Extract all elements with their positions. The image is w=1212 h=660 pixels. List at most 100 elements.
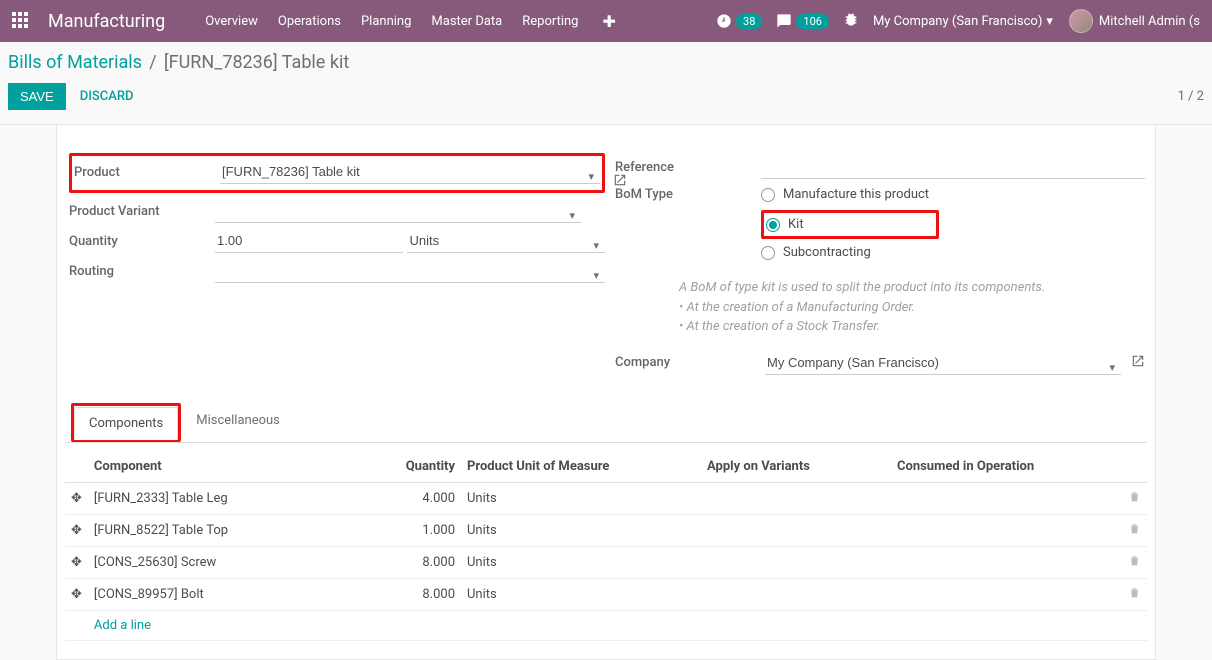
label-quantity: Quantity [69,234,215,249]
messages-count: 106 [796,14,829,29]
nav-planning[interactable]: Planning [361,14,411,29]
col-component: Component [88,451,371,483]
add-line-button[interactable]: Add a line [94,618,151,633]
nav-overview[interactable]: Overview [205,14,258,29]
radio-icon [761,246,775,260]
components-table: Component Quantity Product Unit of Measu… [65,451,1147,641]
nav-operations[interactable]: Operations [278,14,341,29]
label-bom-type: BoM Type [615,187,761,202]
company-input[interactable] [765,351,1103,375]
radio-icon [761,188,775,202]
messages-button[interactable]: 106 [776,13,829,29]
nav-add-icon[interactable]: ✚ [602,12,615,31]
product-input[interactable] [220,160,582,184]
cell-uom[interactable]: Units [461,546,701,578]
form-sheet: Product ▾ Product Variant ▾ Quantity [56,125,1156,660]
apps-icon[interactable] [12,12,30,30]
external-link-icon[interactable] [613,173,627,191]
label-reference: Reference [615,160,761,175]
cell-consumed[interactable] [891,578,1121,610]
save-button[interactable]: SAVE [8,83,66,110]
delete-row-icon[interactable] [1121,546,1147,578]
cell-apply[interactable] [701,482,891,514]
cell-component[interactable]: [FURN_8522] Table Top [88,514,371,546]
chevron-down-icon[interactable]: ▾ [587,269,605,283]
action-bar: SAVE DISCARD 1 / 2 [0,77,1212,125]
tab-miscellaneous[interactable]: Miscellaneous [181,404,295,443]
radio-subcontracting[interactable]: Subcontracting [761,245,1145,260]
tab-components[interactable]: Components [74,407,178,440]
drag-handle-icon[interactable]: ✥ [65,482,88,514]
highlight-product: Product ▾ [69,153,605,193]
cell-quantity[interactable]: 1.000 [371,514,461,546]
user-avatar[interactable] [1069,9,1093,33]
table-row[interactable]: ✥[FURN_2333] Table Leg4.000Units [65,482,1147,514]
col-quantity: Quantity [371,451,461,483]
cell-component[interactable]: [CONS_89957] Bolt [88,578,371,610]
app-title: Manufacturing [48,11,165,32]
cell-consumed[interactable] [891,546,1121,578]
highlight-kit: Kit [761,210,939,239]
routing-input[interactable] [215,259,587,283]
cell-component[interactable]: [FURN_2333] Table Leg [88,482,371,514]
cell-uom[interactable]: Units [461,514,701,546]
external-link-icon[interactable] [1131,354,1145,372]
radio-kit[interactable]: Kit [764,217,932,232]
cell-consumed[interactable] [891,514,1121,546]
chevron-down-icon[interactable]: ▾ [582,170,600,184]
drag-handle-icon[interactable]: ✥ [65,514,88,546]
activities-button[interactable]: 38 [716,13,762,29]
variant-input[interactable] [215,199,563,223]
quantity-input[interactable] [215,229,403,253]
discard-button[interactable]: DISCARD [80,89,134,104]
cell-quantity[interactable]: 4.000 [371,482,461,514]
chat-icon [776,13,792,29]
table-row[interactable]: ✥[CONS_89957] Bolt8.000Units [65,578,1147,610]
highlight-components-tab: Components [71,403,181,442]
cell-apply[interactable] [701,546,891,578]
cell-component[interactable]: [CONS_25630] Screw [88,546,371,578]
user-name[interactable]: Mitchell Admin (s [1099,14,1200,29]
reference-input[interactable] [761,155,1145,179]
cell-uom[interactable]: Units [461,578,701,610]
col-consumed: Consumed in Operation [891,451,1121,483]
debug-icon[interactable] [843,11,859,31]
clock-icon [716,13,732,29]
cell-consumed[interactable] [891,482,1121,514]
help-text: A BoM of type kit is used to split the p… [615,278,1145,337]
chevron-down-icon[interactable]: ▾ [1103,361,1121,375]
label-company: Company [615,355,765,370]
table-row[interactable]: ✥[FURN_8522] Table Top1.000Units [65,514,1147,546]
chevron-down-icon[interactable]: ▾ [587,239,605,253]
radio-icon [766,218,780,232]
cell-apply[interactable] [701,578,891,610]
delete-row-icon[interactable] [1121,482,1147,514]
delete-row-icon[interactable] [1121,514,1147,546]
cell-quantity[interactable]: 8.000 [371,578,461,610]
label-routing: Routing [69,264,215,279]
nav-reporting[interactable]: Reporting [522,14,578,29]
pager[interactable]: 1 / 2 [1178,89,1204,104]
delete-row-icon[interactable] [1121,578,1147,610]
breadcrumb-current: [FURN_78236] Table kit [164,52,349,73]
breadcrumb: Bills of Materials / [FURN_78236] Table … [0,42,1212,77]
col-uom: Product Unit of Measure [461,451,701,483]
nav-master-data[interactable]: Master Data [431,14,502,29]
cell-quantity[interactable]: 8.000 [371,546,461,578]
top-navbar: Manufacturing Overview Operations Planni… [0,0,1212,42]
chevron-down-icon[interactable]: ▾ [563,209,581,223]
company-switcher[interactable]: My Company (San Francisco)▾ [873,14,1053,29]
label-variant: Product Variant [69,204,215,219]
drag-handle-icon[interactable]: ✥ [65,546,88,578]
cell-apply[interactable] [701,514,891,546]
cell-uom[interactable]: Units [461,482,701,514]
radio-manufacture[interactable]: Manufacture this product [761,187,1145,202]
label-product: Product [74,165,220,180]
uom-input[interactable] [407,229,587,253]
activities-count: 38 [736,14,762,29]
tabs: Components Miscellaneous [65,403,1147,443]
drag-handle-icon[interactable]: ✥ [65,578,88,610]
col-apply: Apply on Variants [701,451,891,483]
table-row[interactable]: ✥[CONS_25630] Screw8.000Units [65,546,1147,578]
breadcrumb-root[interactable]: Bills of Materials [8,52,142,73]
